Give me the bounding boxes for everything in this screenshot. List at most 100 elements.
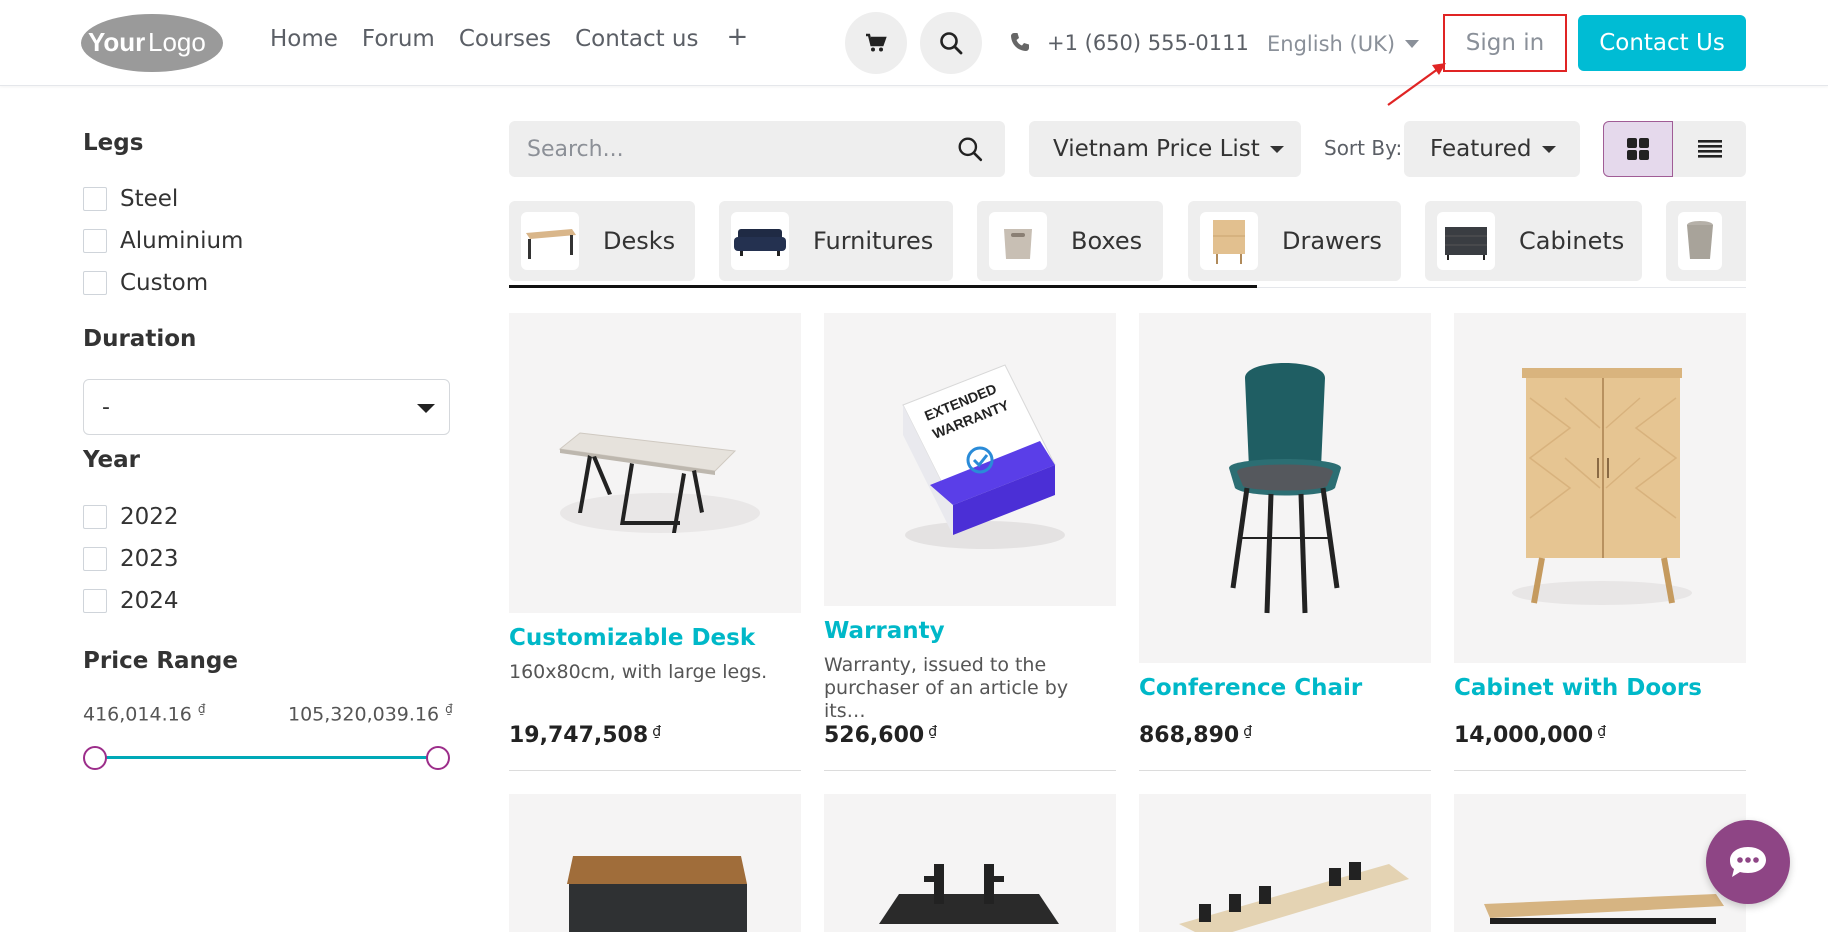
product-name[interactable]: Conference Chair xyxy=(1139,675,1431,701)
product-name[interactable]: Customizable Desk xyxy=(509,625,801,651)
chevron-down-icon xyxy=(1269,145,1284,153)
cart-icon xyxy=(866,33,887,52)
category-more[interactable] xyxy=(1666,201,1746,281)
product-price: 14,000,000 ₫ xyxy=(1454,723,1606,748)
duration-select[interactable]: - xyxy=(83,379,450,435)
grid-icon xyxy=(1627,138,1649,160)
cabinet-thumbnail xyxy=(1437,212,1495,270)
checkbox[interactable] xyxy=(83,505,107,529)
filter-legs-custom[interactable]: Custom xyxy=(83,270,208,296)
nav-more-plus-icon[interactable]: + xyxy=(726,24,748,50)
checkbox[interactable] xyxy=(83,271,107,295)
category-boxes[interactable]: Boxes xyxy=(977,201,1163,281)
checkbox[interactable] xyxy=(83,547,107,571)
currency-symbol: ₫ xyxy=(197,702,206,716)
nav-courses[interactable]: Courses xyxy=(459,26,551,52)
contact-us-button[interactable]: Contact Us xyxy=(1578,15,1746,71)
price-slider-track[interactable] xyxy=(95,756,438,759)
checkbox-label: 2024 xyxy=(120,588,179,614)
chevron-down-icon xyxy=(1405,40,1420,48)
category-desks[interactable]: Desks xyxy=(509,201,695,281)
currency-symbol: ₫ xyxy=(652,724,662,740)
phone-number[interactable]: +1 (650) 555-0111 xyxy=(1047,31,1249,55)
product-card[interactable]: Cabinet with Doors 14,000,000 ₫ xyxy=(1454,313,1746,771)
price-amount: 526,600 xyxy=(824,723,925,748)
site-header: Your Logo Home Forum Courses Contact us … xyxy=(0,0,1828,86)
currency-symbol: ₫ xyxy=(445,702,453,716)
sofa-thumbnail xyxy=(731,212,789,270)
category-scroll-indicator[interactable] xyxy=(509,285,1257,288)
nav-home[interactable]: Home xyxy=(270,26,338,52)
search-icon[interactable] xyxy=(957,136,983,162)
checkbox-label: Steel xyxy=(120,186,179,212)
filter-year-2024[interactable]: 2024 xyxy=(83,588,179,614)
desk-thumbnail xyxy=(521,212,579,270)
product-image-warranty[interactable]: EXTENDED WARRANTY xyxy=(824,313,1116,606)
card-divider xyxy=(509,770,801,771)
language-selector[interactable]: English (UK) xyxy=(1267,32,1420,56)
price-amount: 19,747,508 xyxy=(509,723,649,748)
checkbox[interactable] xyxy=(83,229,107,253)
sort-by-dropdown[interactable]: Featured xyxy=(1404,121,1580,177)
price-slider-max-handle[interactable] xyxy=(426,746,450,770)
checkbox-label: Custom xyxy=(120,270,209,296)
bin-thumbnail xyxy=(1678,212,1722,270)
product-image-box-cabinet[interactable] xyxy=(509,794,801,932)
product-card[interactable]: Customizable Desk 160x80cm, with large l… xyxy=(509,313,801,771)
checkbox-label: Aluminium xyxy=(120,228,244,254)
live-chat-button[interactable] xyxy=(1706,820,1790,904)
pricelist-value: Vietnam Price List xyxy=(1053,136,1260,162)
product-card[interactable]: EXTENDED WARRANTY Warranty Warranty, iss… xyxy=(824,313,1116,771)
checkbox[interactable] xyxy=(83,187,107,211)
product-image-standing-desk[interactable] xyxy=(1454,794,1746,932)
search-placeholder: Search... xyxy=(527,136,624,162)
sort-by-label: Sort By: xyxy=(1324,136,1403,160)
annotation-arrow-icon xyxy=(1387,63,1446,106)
product-image-chair[interactable] xyxy=(1139,313,1431,663)
filter-legs-title: Legs xyxy=(83,130,144,156)
product-image-conference-table[interactable] xyxy=(1139,794,1431,932)
category-drawers[interactable]: Drawers xyxy=(1188,201,1401,281)
nav-contact-us[interactable]: Contact us xyxy=(575,26,698,52)
search-icon xyxy=(940,32,963,55)
product-image-desk[interactable] xyxy=(509,313,801,613)
product-price: 868,890 ₫ xyxy=(1139,723,1252,748)
product-price: 19,747,508 ₫ xyxy=(509,723,661,748)
product-name[interactable]: Cabinet with Doors xyxy=(1454,675,1746,701)
product-image-monitor-desk[interactable] xyxy=(824,794,1116,932)
svg-text:Your: Your xyxy=(88,27,145,57)
header-search-button[interactable] xyxy=(920,12,982,74)
currency-symbol: ₫ xyxy=(928,724,938,740)
list-icon xyxy=(1697,140,1722,158)
main-nav: Home Forum Courses Contact us + xyxy=(270,24,748,52)
category-furnitures[interactable]: Furnitures xyxy=(719,201,953,281)
filter-legs-steel[interactable]: Steel xyxy=(83,186,178,212)
cart-button[interactable] xyxy=(845,12,907,74)
product-search-input[interactable]: Search... xyxy=(509,121,1005,177)
checkbox-label: 2023 xyxy=(120,546,179,572)
filter-year-2023[interactable]: 2023 xyxy=(83,546,179,572)
category-cabinets[interactable]: Cabinets xyxy=(1425,201,1642,281)
nav-forum[interactable]: Forum xyxy=(362,26,435,52)
filter-duration-title: Duration xyxy=(83,326,197,352)
checkbox[interactable] xyxy=(83,589,107,613)
pricelist-dropdown[interactable]: Vietnam Price List xyxy=(1029,121,1301,177)
product-description: 160x80cm, with large legs. xyxy=(509,661,768,683)
category-label: Furnitures xyxy=(813,227,934,255)
site-logo[interactable]: Your Logo xyxy=(80,13,224,73)
filter-legs-aluminium[interactable]: Aluminium xyxy=(83,228,243,254)
list-view-button[interactable] xyxy=(1673,121,1746,177)
product-name[interactable]: Warranty xyxy=(824,618,1116,644)
currency-symbol: ₫ xyxy=(1243,724,1253,740)
category-label: Cabinets xyxy=(1519,227,1625,255)
sign-in-button[interactable]: Sign in xyxy=(1443,14,1567,72)
product-card[interactable]: Conference Chair 868,890 ₫ xyxy=(1139,313,1431,771)
currency-symbol: ₫ xyxy=(1597,724,1607,740)
price-slider-min-handle[interactable] xyxy=(83,746,107,770)
filter-year-2022[interactable]: 2022 xyxy=(83,504,179,530)
product-image-cabinet[interactable] xyxy=(1454,313,1746,663)
phone-icon xyxy=(1011,33,1029,51)
price-amount: 14,000,000 xyxy=(1454,723,1594,748)
grid-view-button[interactable] xyxy=(1603,121,1673,177)
language-label: English (UK) xyxy=(1267,32,1396,56)
